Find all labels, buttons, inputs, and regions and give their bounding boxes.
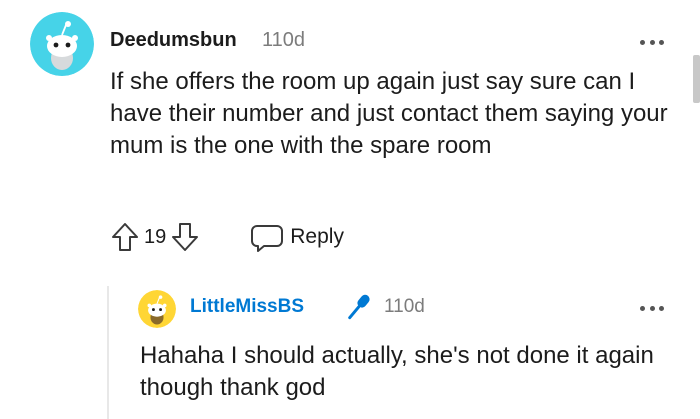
comment-author[interactable]: Deedumsbun bbox=[110, 29, 237, 52]
upvote-arrow-icon[interactable] bbox=[110, 221, 140, 253]
comment-body: Hahaha I should actually, she's not done… bbox=[140, 342, 654, 401]
reply-label: Reply bbox=[290, 225, 344, 248]
vote-count: 19 bbox=[144, 225, 167, 248]
user-avatar[interactable] bbox=[30, 12, 94, 76]
comment-author[interactable]: LittleMissBS bbox=[190, 296, 304, 318]
scrollbar[interactable] bbox=[693, 55, 700, 103]
user-avatar[interactable] bbox=[138, 290, 176, 328]
snoo-avatar-icon bbox=[30, 12, 94, 76]
comment-age: 110d bbox=[262, 29, 306, 51]
comment: Deedumsbun 110d If she offers the room u… bbox=[0, 0, 700, 270]
more-options-icon[interactable] bbox=[640, 34, 664, 50]
microphone-icon bbox=[348, 294, 370, 320]
comment-actions: 19 Reply bbox=[110, 220, 344, 254]
more-options-icon[interactable] bbox=[640, 300, 664, 316]
thread-line[interactable] bbox=[107, 286, 109, 419]
comment-age: 110d bbox=[384, 296, 425, 317]
snoo-avatar-icon bbox=[138, 290, 176, 328]
comment-thread: Deedumsbun 110d If she offers the room u… bbox=[0, 0, 700, 419]
downvote-arrow-icon[interactable] bbox=[170, 221, 200, 253]
speech-bubble-icon bbox=[251, 225, 284, 252]
reply-button[interactable]: Reply bbox=[250, 221, 344, 253]
comment-body: If she offers the room up again just say… bbox=[110, 68, 668, 159]
